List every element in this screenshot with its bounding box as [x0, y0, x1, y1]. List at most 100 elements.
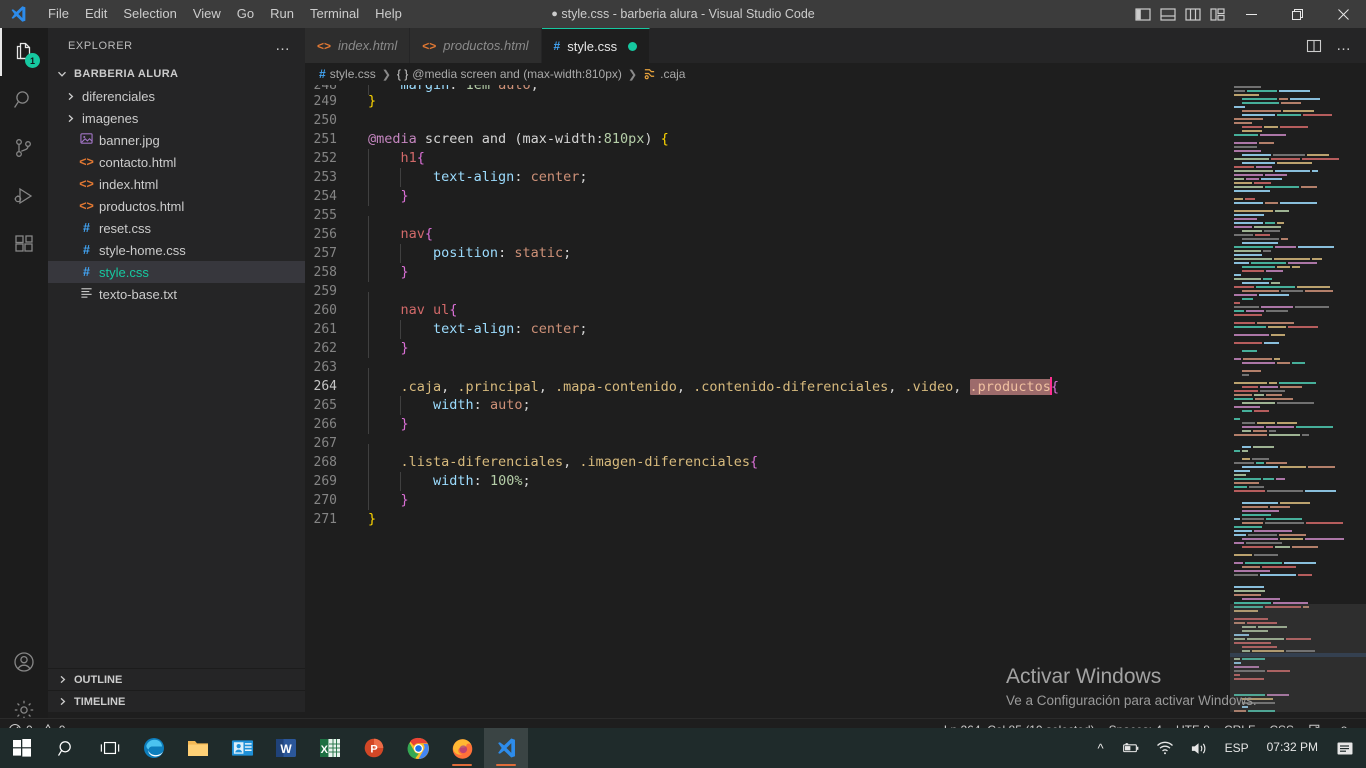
code-line: 269 width: 100%;	[305, 472, 1366, 491]
menu-run[interactable]: Run	[262, 3, 302, 25]
sidebar: EXPLORER … BARBERIA ALURA diferenciales …	[48, 28, 305, 712]
activitybar-item-run-debug[interactable]	[0, 172, 48, 220]
html-icon: <>	[79, 199, 94, 213]
sidebar-root-folder[interactable]: BARBERIA ALURA	[48, 63, 305, 85]
tab-dirty-indicator-icon[interactable]	[628, 41, 638, 51]
chrome-button[interactable]	[396, 728, 440, 768]
line-number: 254	[313, 189, 337, 204]
editor-selection[interactable]: .productos	[969, 378, 1051, 395]
line-number: 253	[313, 170, 337, 185]
css-icon: #	[83, 265, 90, 279]
html-icon: <>	[79, 155, 94, 169]
breadcrumb-media[interactable]: @media screen and (max-width:810px)	[412, 67, 622, 81]
menu-bar: File Edit Selection View Go Run Terminal…	[40, 0, 410, 28]
notifications-button[interactable]	[1328, 728, 1362, 768]
line-number: 251	[313, 132, 337, 147]
menu-selection[interactable]: Selection	[115, 3, 184, 25]
tray-expand-button[interactable]: ^	[1090, 728, 1112, 768]
tab-style-css[interactable]: # style.css	[541, 28, 651, 63]
chevron-right-icon: ❯	[627, 68, 638, 81]
toggle-panel-icon[interactable]	[1160, 7, 1176, 22]
toggle-secondary-sidebar-icon[interactable]	[1185, 7, 1201, 22]
tray-battery-button[interactable]	[1112, 728, 1148, 768]
breadcrumb-file[interactable]: style.css	[330, 67, 376, 81]
tray-language-button[interactable]: ESP	[1217, 728, 1257, 768]
powerpoint-button[interactable]: P	[352, 728, 396, 768]
toggle-primary-sidebar-icon[interactable]	[1135, 7, 1151, 22]
code-line: 257 position: static;	[305, 244, 1366, 263]
panel-label: TIMELINE	[74, 695, 126, 708]
taskbar-clock[interactable]: 07:32 PM	[1257, 728, 1328, 768]
minimap[interactable]	[1230, 85, 1366, 712]
menu-help[interactable]: Help	[367, 3, 410, 25]
editor-actions: …	[1300, 28, 1366, 63]
chevron-down-icon	[54, 69, 70, 79]
line-content: text-align: center;	[353, 320, 588, 339]
sidebar-panel-outline[interactable]: OUTLINE	[48, 668, 305, 690]
tree-item-diferenciales[interactable]: diferenciales	[48, 85, 305, 107]
menu-edit[interactable]: Edit	[77, 3, 115, 25]
line-number: 257	[313, 246, 337, 261]
activitybar-item-search[interactable]	[0, 76, 48, 124]
menu-go[interactable]: Go	[229, 3, 262, 25]
activitybar-item-accounts[interactable]	[0, 638, 48, 686]
close-button[interactable]	[1320, 0, 1366, 28]
edge-button[interactable]	[132, 728, 176, 768]
tree-item-productos-html[interactable]: <> productos.html	[48, 195, 305, 217]
chevron-right-icon	[62, 114, 78, 123]
tree-item-texto-base-txt[interactable]: texto-base.txt	[48, 283, 305, 305]
taskbar-search-button[interactable]	[44, 728, 88, 768]
customize-layout-icon[interactable]	[1210, 7, 1226, 22]
tree-item-contacto-html[interactable]: <> contacto.html	[48, 151, 305, 173]
tray-volume-button[interactable]	[1182, 728, 1217, 768]
tree-item-style-css[interactable]: # style.css	[48, 261, 305, 283]
excel-button[interactable]: X	[308, 728, 352, 768]
tray-network-button[interactable]	[1148, 728, 1182, 768]
menu-file[interactable]: File	[40, 3, 77, 25]
file-tree: diferenciales imagenes banner.jpg <> con…	[48, 85, 305, 668]
line-content: position: static;	[353, 244, 571, 263]
file-explorer-button[interactable]	[176, 728, 220, 768]
activitybar-item-source-control[interactable]	[0, 124, 48, 172]
menu-view[interactable]: View	[185, 3, 229, 25]
line-content: nav{	[353, 225, 433, 244]
tree-item-reset-css[interactable]: # reset.css	[48, 217, 305, 239]
line-number: 250	[313, 113, 337, 128]
minimap-line	[1230, 709, 1366, 712]
tree-item-index-html[interactable]: <> index.html	[48, 173, 305, 195]
activitybar-item-extensions[interactable]	[0, 220, 48, 268]
line-content: }	[353, 415, 409, 434]
notifications-icon	[1337, 742, 1353, 754]
tab-index-html[interactable]: <> index.html	[305, 28, 411, 63]
firefox-button[interactable]	[440, 728, 484, 768]
vscode-button[interactable]	[484, 728, 528, 768]
sidebar-panel-timeline[interactable]: TIMELINE	[48, 690, 305, 712]
css-selector-icon	[643, 67, 656, 81]
tree-item-style-home-css[interactable]: # style-home.css	[48, 239, 305, 261]
windows-logo-icon	[13, 739, 31, 757]
minimize-button[interactable]	[1228, 0, 1274, 28]
start-button[interactable]	[0, 728, 44, 768]
tree-item-imagenes[interactable]: imagenes	[48, 107, 305, 129]
sidebar-more-actions-icon[interactable]: …	[269, 37, 297, 54]
line-number: 256	[313, 227, 337, 242]
breadcrumb-selector[interactable]: .caja	[660, 67, 685, 81]
tree-item-banner-jpg[interactable]: banner.jpg	[48, 129, 305, 151]
tab-productos-html[interactable]: <> productos.html	[410, 28, 542, 63]
line-number: 266	[313, 417, 337, 432]
tree-item-label: imagenes	[82, 110, 139, 126]
maximize-button[interactable]	[1274, 0, 1320, 28]
code-editor[interactable]: 248 margin: 1em auto; 249 } 250 251 @med…	[305, 85, 1366, 712]
code-line: 262 }	[305, 339, 1366, 358]
mail-button[interactable]	[220, 728, 264, 768]
activitybar-item-explorer[interactable]: 1	[0, 28, 48, 76]
line-number: 263	[313, 360, 337, 375]
split-editor-right-icon[interactable]	[1300, 32, 1328, 60]
menu-terminal[interactable]: Terminal	[302, 3, 367, 25]
line-content: h1{	[353, 149, 425, 168]
task-view-button[interactable]	[88, 728, 132, 768]
minimap-lines	[1230, 85, 1366, 712]
code-line: 251 @media screen and (max-width:810px) …	[305, 130, 1366, 149]
more-editor-actions-icon[interactable]: …	[1330, 32, 1358, 60]
word-button[interactable]: W	[264, 728, 308, 768]
